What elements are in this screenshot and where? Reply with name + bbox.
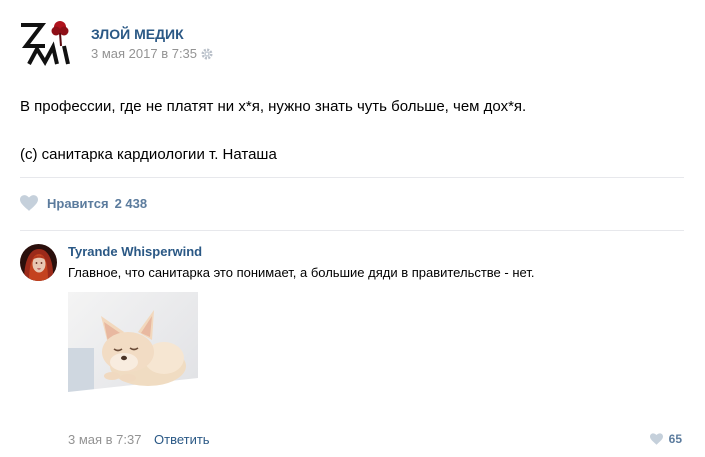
- gear-icon[interactable]: [201, 48, 213, 63]
- group-name-link[interactable]: ЗЛОЙ МЕДИК: [91, 26, 184, 42]
- post-date-text[interactable]: 3 мая 2017 в 7:35: [91, 46, 197, 61]
- avatar-icon[interactable]: [20, 244, 57, 281]
- like-button[interactable]: Нравится 2 438: [20, 192, 147, 214]
- post-text: В профессии, где не платят ни х*я, нужно…: [20, 97, 680, 164]
- divider: [20, 230, 684, 231]
- like-label: Нравится: [47, 195, 109, 211]
- post-text-line: В профессии, где не платят ни х*я, нужно…: [20, 98, 527, 115]
- comment-like-button[interactable]: 65: [649, 432, 682, 446]
- comment-author-link[interactable]: Tyrande Whisperwind: [68, 244, 202, 259]
- heart-icon: [649, 433, 663, 445]
- divider: [20, 177, 684, 178]
- group-logo-icon[interactable]: [20, 16, 72, 68]
- like-count: 2 438: [114, 195, 148, 211]
- comment-text: Главное, что санитарка это понимает, а б…: [68, 265, 535, 280]
- comment-like-count: 65: [668, 432, 682, 446]
- reply-button[interactable]: Ответить: [154, 432, 210, 447]
- post-date[interactable]: 3 мая 2017 в 7:35: [91, 46, 213, 63]
- comment: Tyrande Whisperwind Главное, что санитар…: [20, 244, 684, 454]
- fox-photo[interactable]: [68, 292, 198, 424]
- heart-icon: [20, 195, 38, 211]
- comment-date[interactable]: 3 мая в 7:37: [68, 432, 141, 447]
- post-text-line: (с) санитарка кардиологии т. Наташа: [20, 146, 277, 163]
